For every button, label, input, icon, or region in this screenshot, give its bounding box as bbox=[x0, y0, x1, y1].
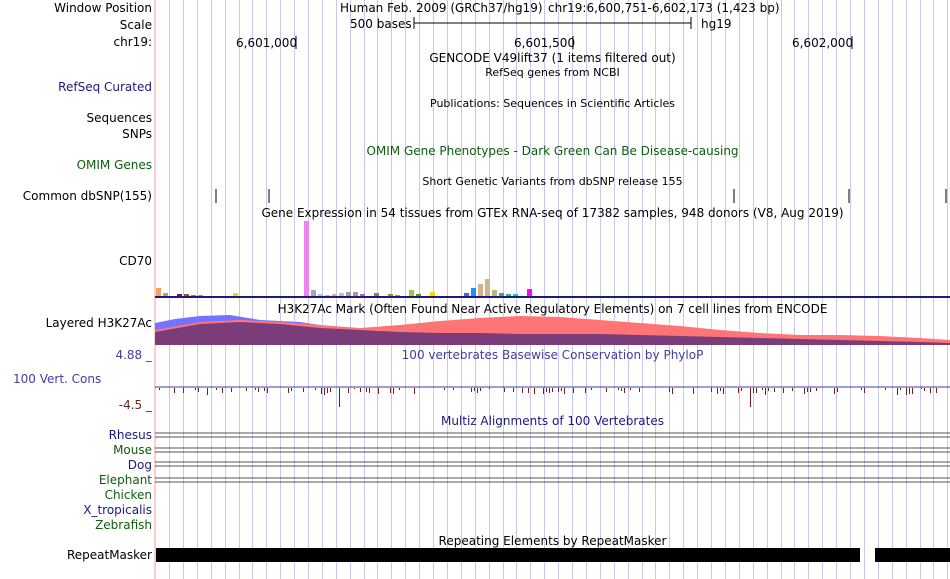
gtex-bar bbox=[346, 292, 351, 296]
gtex-bar bbox=[156, 288, 161, 296]
repeatmasker-blocks bbox=[156, 548, 950, 562]
multiz-track-title[interactable]: Multiz Alignments of 100 Vertebrates bbox=[155, 414, 950, 428]
gtex-bar bbox=[409, 290, 414, 296]
ruler-tick-label: 6,601,500 bbox=[514, 36, 576, 50]
conservation-bars bbox=[159, 388, 937, 407]
chrom-label: chr19: bbox=[113, 35, 152, 49]
gtex-bar bbox=[311, 290, 316, 296]
gtex-bar bbox=[353, 292, 358, 296]
gtex-bar bbox=[318, 294, 323, 296]
gtex-bar bbox=[163, 293, 168, 296]
gtex-bar bbox=[492, 290, 497, 296]
dbsnp-track-label[interactable]: Common dbSNP(155) bbox=[23, 189, 152, 203]
h3k27ac-track-title[interactable]: H3K27Ac Mark (Often Found Near Active Re… bbox=[155, 302, 950, 316]
gtex-bar bbox=[325, 295, 330, 296]
gtex-track-title[interactable]: Gene Expression in 54 tissues from GTEx … bbox=[155, 206, 950, 220]
position-readout[interactable]: chr19:6,600,751-6,602,173 (1,423 bp) bbox=[548, 1, 780, 15]
gtex-bar bbox=[485, 279, 490, 296]
gtex-bar bbox=[513, 294, 518, 296]
omim-track-title[interactable]: OMIM Gene Phenotypes - Dark Green Can Be… bbox=[155, 144, 950, 158]
species-label-zebrafish[interactable]: Zebrafish bbox=[95, 518, 152, 532]
gtex-bar bbox=[198, 295, 203, 296]
species-label-dog[interactable]: Dog bbox=[128, 458, 152, 472]
scale-db: hg19 bbox=[701, 17, 732, 31]
gtex-track-label[interactable]: CD70 bbox=[119, 254, 152, 268]
publications-track-title[interactable]: Publications: Sequences in Scientific Ar… bbox=[155, 97, 950, 111]
gtex-bar bbox=[499, 293, 504, 296]
grid-lines bbox=[169, 0, 948, 579]
species-label-chicken[interactable]: Chicken bbox=[105, 488, 152, 502]
gtex-bar bbox=[527, 289, 532, 296]
omim-track-label[interactable]: OMIM Genes bbox=[77, 158, 152, 172]
conservation-min-label: -4.5 _ bbox=[118, 398, 152, 412]
scale-bar bbox=[413, 17, 692, 29]
h3k27ac-signal bbox=[155, 315, 950, 345]
multiz-alignment-lines bbox=[155, 432, 950, 483]
ruler-tick-label: 6,602,000 bbox=[792, 36, 854, 50]
gtex-bar bbox=[478, 284, 483, 296]
sequences-track-label[interactable]: Sequences bbox=[87, 111, 152, 125]
species-label-rhesus[interactable]: Rhesus bbox=[109, 428, 152, 442]
repeatmasker-track-label[interactable]: RepeatMasker bbox=[67, 548, 152, 562]
gtex-bar bbox=[177, 294, 182, 296]
conservation-track-label[interactable]: 100 Vert. Cons bbox=[13, 372, 101, 386]
ruler-tick-label: 6,601,000 bbox=[236, 36, 298, 50]
gtex-bar bbox=[395, 295, 400, 296]
h3k27ac-track-label[interactable]: Layered H3K27Ac bbox=[46, 316, 152, 330]
species-label-mouse[interactable]: Mouse bbox=[113, 443, 152, 457]
gtex-bar bbox=[388, 294, 393, 296]
gtex-bar bbox=[430, 292, 435, 296]
snps-track-label[interactable]: SNPs bbox=[122, 127, 152, 141]
dbsnp-track-title[interactable]: Short Genetic Variants from dbSNP releas… bbox=[155, 175, 950, 189]
scale-label: Scale bbox=[119, 18, 152, 32]
gtex-bar bbox=[233, 293, 238, 296]
species-label-x_tropicalis[interactable]: X_tropicalis bbox=[83, 503, 152, 517]
species-label-elephant[interactable]: Elephant bbox=[99, 473, 152, 487]
window-position-label: Window Position bbox=[54, 1, 152, 15]
refseq-track-title[interactable]: RefSeq genes from NCBI bbox=[155, 66, 950, 80]
conservation-max-label: 4.88 _ bbox=[115, 348, 152, 362]
repeatmasker-track-title[interactable]: Repeating Elements by RepeatMasker bbox=[155, 534, 950, 548]
gtex-bar bbox=[374, 293, 379, 296]
gtex-bar bbox=[184, 294, 189, 296]
gtex-bar bbox=[506, 294, 511, 296]
gtex-bar bbox=[464, 293, 469, 296]
gtex-bar bbox=[191, 295, 196, 296]
gtex-bar bbox=[339, 293, 344, 296]
gtex-bar bbox=[471, 288, 476, 296]
assembly-label: Human Feb. 2009 (GRCh37/hg19) bbox=[340, 1, 543, 15]
gtex-bar bbox=[416, 294, 421, 296]
conservation-track-title[interactable]: 100 vertebrates Basewise Conservation by… bbox=[155, 348, 950, 362]
gencode-track-title[interactable]: GENCODE V49lift37 (1 items filtered out) bbox=[155, 51, 950, 65]
refseq-track-label[interactable]: RefSeq Curated bbox=[58, 80, 152, 94]
gtex-bar bbox=[360, 294, 365, 296]
gtex-bar bbox=[332, 294, 337, 296]
scale-value: 500 bases bbox=[350, 17, 412, 31]
gtex-bar bbox=[304, 221, 309, 296]
